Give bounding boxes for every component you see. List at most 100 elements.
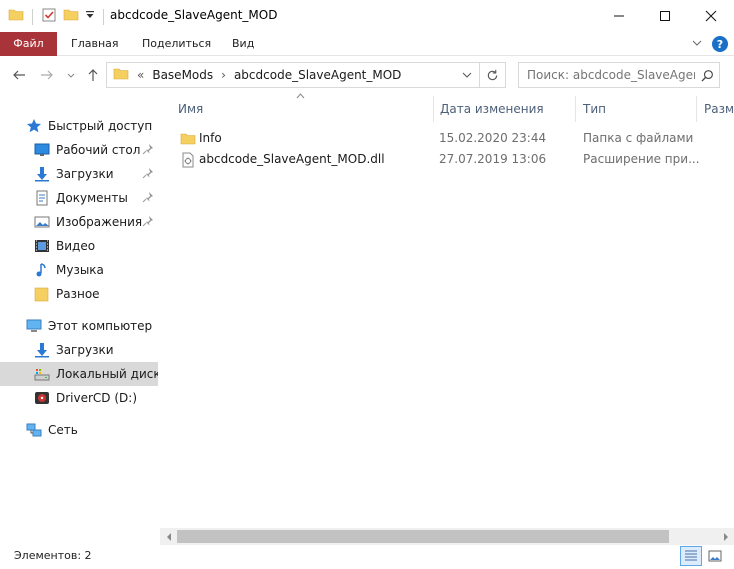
folder-icon	[113, 66, 129, 85]
pin-icon[interactable]	[142, 191, 154, 206]
sidebar-item-label: Загрузки	[56, 343, 114, 357]
minimize-button[interactable]	[596, 0, 642, 32]
sidebar-item-label: Разное	[56, 287, 100, 301]
sidebar-item-misc[interactable]: Разное	[0, 282, 158, 306]
column-header-type[interactable]: Тип	[577, 96, 697, 122]
breadcrumb-separator[interactable]: ›	[221, 68, 226, 82]
file-row[interactable]: abcdcode_SlaveAgent_MOD.dll 27.07.2019 1…	[172, 149, 700, 171]
file-type: Расширение при...	[583, 152, 700, 166]
toolbar-separator	[32, 8, 33, 25]
breadcrumb-item-basemods[interactable]: BaseMods	[152, 68, 213, 82]
dll-file-icon	[180, 152, 196, 171]
large-icons-view-button[interactable]	[704, 546, 726, 566]
video-icon	[34, 238, 50, 254]
sidebar-item-local-disk[interactable]: Локальный диск (C:)	[0, 362, 158, 386]
expand-ribbon-icon[interactable]	[692, 37, 702, 51]
sidebar-item-desktop[interactable]: Рабочий стол	[0, 138, 158, 162]
sidebar-item-label: Музыка	[56, 263, 104, 277]
sidebar-item-label: Видео	[56, 239, 96, 253]
new-folder-icon[interactable]	[63, 7, 79, 26]
cd-drive-icon	[34, 390, 50, 406]
sidebar-item-network[interactable]: Сеть	[0, 418, 158, 442]
desktop-icon	[34, 142, 50, 158]
column-header-name[interactable]: Имя	[172, 96, 434, 122]
address-history-dropdown[interactable]	[455, 63, 479, 87]
sidebar-item-documents[interactable]: Документы	[0, 186, 158, 210]
column-header-date[interactable]: Дата изменения	[434, 96, 576, 122]
download-icon	[34, 342, 50, 358]
tab-share[interactable]: Поделиться	[132, 32, 221, 56]
pin-icon[interactable]	[142, 215, 154, 230]
close-button[interactable]	[688, 0, 734, 32]
sidebar-item-label: Быстрый доступ	[48, 119, 153, 133]
maximize-button[interactable]	[642, 0, 688, 32]
music-icon	[34, 262, 50, 278]
sidebar-item-downloads[interactable]: Загрузки	[0, 162, 158, 186]
sidebar-item-label: Этот компьютер	[48, 319, 153, 333]
horizontal-scrollbar[interactable]	[160, 528, 734, 545]
forward-button[interactable]	[38, 64, 56, 86]
sidebar-item-quick-access[interactable]: Быстрый доступ	[0, 114, 158, 138]
customize-toolbar-icon[interactable]	[85, 10, 95, 23]
up-button[interactable]	[84, 64, 102, 86]
recent-locations-button[interactable]	[62, 64, 80, 86]
ribbon-controls: ?	[692, 36, 728, 52]
sidebar-item-label: DriverCD (D:)	[56, 391, 138, 405]
properties-icon[interactable]	[41, 7, 57, 26]
back-button[interactable]	[10, 64, 28, 86]
sidebar-item-label: Загрузки	[56, 167, 114, 181]
ribbon-tabs: Файл Главная Поделиться Вид ?	[0, 32, 734, 56]
file-name: Info	[199, 131, 222, 145]
column-header-size[interactable]: Разме	[698, 96, 734, 122]
computer-icon	[26, 318, 42, 334]
quick-access-toolbar	[8, 7, 106, 26]
window-controls	[596, 0, 734, 32]
tab-file[interactable]: Файл	[0, 32, 57, 56]
search-icon[interactable]	[695, 69, 719, 82]
folder-icon	[180, 131, 196, 150]
breadcrumb: « BaseMods › abcdcode_SlaveAgent_MOD	[107, 66, 455, 85]
scroll-left-icon[interactable]	[160, 528, 177, 545]
sidebar-item-pictures[interactable]: Изображения	[0, 210, 158, 234]
folder-icon	[34, 286, 50, 302]
folder-icon[interactable]	[8, 7, 24, 26]
toolbar-separator	[103, 8, 104, 25]
tab-home[interactable]: Главная	[61, 32, 129, 56]
download-icon	[34, 166, 50, 182]
drive-icon	[34, 366, 50, 382]
documents-icon	[34, 190, 50, 206]
network-icon	[26, 422, 42, 438]
sidebar-item-pc-downloads[interactable]: Загрузки	[0, 338, 158, 362]
search-box	[518, 62, 720, 88]
refresh-button[interactable]	[479, 63, 505, 87]
help-icon[interactable]: ?	[712, 36, 728, 52]
sidebar-item-this-pc[interactable]: Этот компьютер	[0, 314, 158, 338]
navigation-bar: « BaseMods › abcdcode_SlaveAgent_MOD	[0, 58, 734, 94]
sidebar-item-music[interactable]: Музыка	[0, 258, 158, 282]
navigation-pane: Быстрый доступ Рабочий стол Загрузки Док…	[0, 112, 158, 542]
tab-view[interactable]: Вид	[222, 32, 264, 56]
scroll-right-icon[interactable]	[717, 528, 734, 545]
sidebar-item-label: Рабочий стол	[56, 143, 141, 157]
sidebar-item-drivercd[interactable]: DriverCD (D:)	[0, 386, 158, 410]
file-date: 27.07.2019 13:06	[439, 152, 547, 166]
sidebar-item-label: Локальный диск (C:)	[56, 367, 158, 381]
breadcrumb-item-current[interactable]: abcdcode_SlaveAgent_MOD	[234, 68, 401, 82]
breadcrumb-overflow[interactable]: «	[137, 68, 144, 82]
file-type: Папка с файлами	[583, 131, 694, 145]
title-bar: abcdcode_SlaveAgent_MOD	[0, 0, 734, 32]
search-input[interactable]	[519, 68, 695, 82]
sidebar-item-label: Документы	[56, 191, 128, 205]
scrollbar-thumb[interactable]	[177, 530, 669, 543]
pin-icon[interactable]	[142, 143, 154, 158]
file-row[interactable]: Info 15.02.2020 23:44 Папка с файлами	[172, 128, 694, 150]
pin-icon[interactable]	[142, 167, 154, 182]
file-date: 15.02.2020 23:44	[439, 131, 547, 145]
details-view-button[interactable]	[680, 546, 702, 566]
address-bar[interactable]: « BaseMods › abcdcode_SlaveAgent_MOD	[106, 62, 506, 88]
sidebar-item-video[interactable]: Видео	[0, 234, 158, 258]
pictures-icon	[34, 214, 50, 230]
view-switcher	[680, 546, 726, 566]
file-name: abcdcode_SlaveAgent_MOD.dll	[199, 152, 385, 166]
sidebar-item-label: Изображения	[56, 215, 143, 229]
